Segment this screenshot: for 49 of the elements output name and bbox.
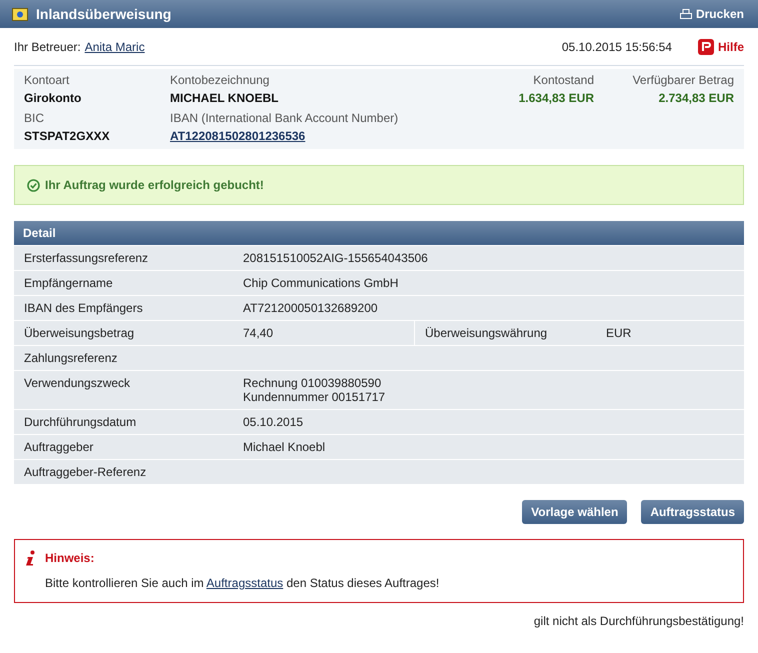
info-icon <box>25 550 37 566</box>
table-cell: Überweisungsbetrag <box>14 321 233 345</box>
table-cell: Empfängername <box>14 271 233 295</box>
printer-icon <box>680 8 692 20</box>
print-link[interactable]: Drucken <box>680 7 744 21</box>
action-button[interactable]: Auftragsstatus <box>641 500 744 524</box>
table-cell: Auftraggeber-Referenz <box>14 460 233 484</box>
action-button[interactable]: Vorlage wählen <box>522 500 628 524</box>
date-time: 05.10.2015 15:56:54 <box>562 40 672 54</box>
field-value: 1.634,83 EUR <box>518 91 594 105</box>
field-value: MICHAEL KNOEBL <box>170 91 280 105</box>
field-label: Verfügbarer Betrag <box>632 73 734 87</box>
success-message: Ihr Auftrag wurde erfolgreich gebucht! <box>45 178 264 192</box>
window-title: Inlandsüberweisung <box>36 6 172 22</box>
advisor-label: Ihr Betreuer: <box>14 40 81 54</box>
table-cell: 05.10.2015 <box>233 410 744 434</box>
notice-title: Hinweis: <box>45 551 94 565</box>
field-label: Kontoart <box>24 73 70 87</box>
table-cell: 74,40 <box>233 321 415 345</box>
status-link[interactable]: Auftragsstatus <box>206 576 284 590</box>
field-value: Girokonto <box>24 91 82 105</box>
field-value: STSPAT2GXXX <box>24 129 111 143</box>
table-cell: Rechnung 010039880590 Kundennummer 00151717 <box>233 371 744 409</box>
table-cell: Auftraggeber <box>14 435 233 459</box>
field-label: BIC <box>24 111 46 125</box>
advisor-link[interactable]: Anita Maric <box>84 40 145 54</box>
table-cell: Ersterfassungsreferenz <box>14 246 233 270</box>
notice-text: Bitte kontrollieren Sie auch im Auftragsstatus den Status dieses Auftrages! <box>45 576 440 590</box>
table-cell: Michael Knoebl <box>233 435 744 459</box>
table-cell: Überweisungswährung <box>415 321 596 345</box>
table-cell: Chip Communications GmbH <box>233 271 744 295</box>
check-circle-icon <box>27 178 40 192</box>
table-cell: IBAN des Empfängers <box>14 296 233 320</box>
field-label: Kontostand <box>533 73 594 87</box>
table-cell: AT721200050132689200 <box>233 296 744 320</box>
help-link[interactable]: Hilfe <box>698 38 744 54</box>
help-icon <box>698 38 714 54</box>
field-label: IBAN (International Bank Account Number) <box>170 111 400 125</box>
table-cell: EUR <box>596 321 744 345</box>
field-value: 2.734,83 EUR <box>658 91 734 105</box>
folder-icon <box>12 7 28 21</box>
section-title: Detail <box>23 226 56 240</box>
iban-link[interactable]: AT122081502801236536 <box>170 129 444 143</box>
footer-note: gilt nicht als Durchführungsbestätigung! <box>534 614 744 628</box>
table-cell: 208151510052AIG-155654043506 <box>233 246 744 270</box>
table-cell: Zahlungsreferenz <box>14 346 233 370</box>
table-cell: Verwendungszweck <box>14 371 233 409</box>
field-label: Kontobezeichnung <box>170 73 270 87</box>
table-cell: Durchführungsdatum <box>14 410 233 434</box>
